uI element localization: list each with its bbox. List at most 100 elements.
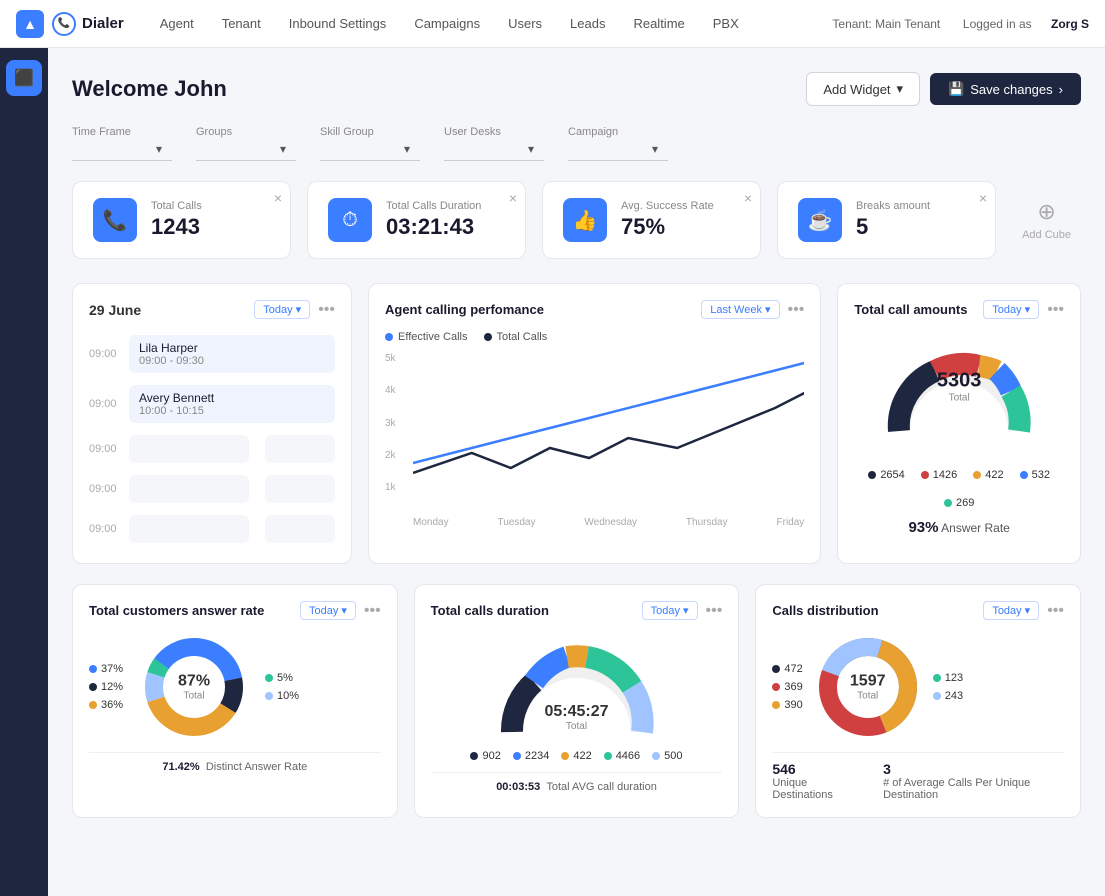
legend-item: Total Calls — [484, 331, 548, 343]
cube-value: 1243 — [151, 214, 270, 240]
cube-close-button[interactable]: × — [979, 190, 987, 206]
agent-chart-period[interactable]: Last Week ▾ — [701, 300, 779, 319]
navbar: ▲ 📞 Dialer AgentTenantInbound SettingsCa… — [0, 0, 1105, 48]
calls-dist-period[interactable]: Today ▾ — [983, 601, 1039, 620]
customer-legend-right: 5% 10% — [265, 672, 299, 702]
cube-card: 📞 Total Calls 1243 × — [72, 181, 291, 259]
calls-duration-footer: 00:03:53 Total AVG call duration — [431, 772, 723, 793]
cube-card: ⏱ Total Calls Duration 03:21:43 × — [307, 181, 526, 259]
total-calls-menu[interactable]: ••• — [1047, 301, 1064, 319]
chart-svg-area — [413, 353, 804, 513]
stat-item: 269 — [944, 497, 974, 509]
agent-chart-title: Agent calling perfomance — [385, 302, 544, 317]
add-widget-button[interactable]: Add Widget ▾ — [806, 72, 920, 106]
nav-links: AgentTenantInbound SettingsCampaignsUser… — [148, 10, 833, 37]
answer-rate: 93% Answer Rate — [854, 519, 1064, 536]
time-entry-range: 10:00 - 10:15 — [139, 405, 325, 417]
stat-item: 472 — [772, 663, 802, 675]
chart-y-labels: 5k4k3k2k1k — [385, 353, 396, 493]
nav-link-leads[interactable]: Leads — [558, 10, 617, 37]
time-entry-name: Avery Bennett — [139, 391, 325, 405]
nav-link-tenant[interactable]: Tenant — [210, 10, 273, 37]
cube-info: Breaks amount 5 — [856, 200, 975, 240]
total-calls-title: Total call amounts — [854, 302, 967, 317]
chevron-down-icon: ▾ — [683, 604, 689, 617]
time-row: 09:00 — [89, 431, 335, 467]
sidebar-home[interactable]: ⬛ — [6, 60, 42, 96]
cube-value: 75% — [621, 214, 740, 240]
cube-label: Total Calls Duration — [386, 200, 505, 212]
chevron-down-icon: ▾ — [1025, 303, 1031, 316]
time-placeholder — [265, 475, 335, 503]
calls-duration-stats: 902 2234 422 4466 500 — [431, 750, 723, 762]
nav-link-users[interactable]: Users — [496, 10, 554, 37]
save-icon: 💾 — [948, 81, 964, 97]
total-calls-period[interactable]: Today ▾ — [983, 300, 1039, 319]
customer-answer-controls: Today ▾ ••• — [300, 601, 381, 620]
dialer-icon: 📞 — [52, 12, 76, 36]
cube-icon: 📞 — [93, 198, 137, 242]
stat-item: 902 — [470, 750, 500, 762]
stat-item: 422 — [973, 469, 1003, 481]
stat-item: 5% — [265, 672, 299, 684]
calls-dist-menu[interactable]: ••• — [1047, 602, 1064, 620]
chevron-down-icon: ▾ — [156, 142, 162, 156]
cube-card: 👍 Avg. Success Rate 75% × — [542, 181, 761, 259]
cube-info: Avg. Success Rate 75% — [621, 200, 740, 240]
time-entry[interactable]: Lila Harper 09:00 - 09:30 — [129, 335, 335, 373]
total-calls-controls: Today ▾ ••• — [983, 300, 1064, 319]
cube-close-button[interactable]: × — [509, 190, 517, 206]
calls-dist-header: Calls distribution Today ▾ ••• — [772, 601, 1064, 620]
filter-skill-group: Skill Group ▾ — [320, 126, 420, 161]
stat-item: 36% — [89, 699, 123, 711]
calendar-widget: 29 June Today ▾ ••• 09:00 Lila Harper 09… — [72, 283, 352, 564]
customer-answer-period[interactable]: Today ▾ — [300, 601, 356, 620]
cube-close-button[interactable]: × — [274, 190, 282, 206]
time-placeholder — [265, 435, 335, 463]
time-row: 09:00 — [89, 471, 335, 507]
nav-link-pbx[interactable]: PBX — [701, 10, 751, 37]
customer-answer-menu[interactable]: ••• — [364, 602, 381, 620]
page-header: Welcome John Add Widget ▾ 💾 Save changes… — [72, 72, 1081, 106]
cube-value: 5 — [856, 214, 975, 240]
calls-dist-widget: Calls distribution Today ▾ ••• 472 369 3… — [755, 584, 1081, 818]
time-entry[interactable]: Avery Bennett 10:00 - 10:15 — [129, 385, 335, 423]
chevron-down-icon: ▾ — [296, 303, 302, 316]
nav-link-inbound-settings[interactable]: Inbound Settings — [277, 10, 399, 37]
total-calls-stats: 26541426422532269 — [854, 469, 1064, 509]
calls-duration-period[interactable]: Today ▾ — [642, 601, 698, 620]
calls-duration-center: 05:45:27 Total — [544, 703, 608, 732]
time-entry-range: 09:00 - 09:30 — [139, 355, 325, 367]
time-row: 09:00 Lila Harper 09:00 - 09:30 — [89, 331, 335, 377]
calls-dist-legend-right: 123 243 — [933, 672, 963, 702]
time-placeholder — [265, 515, 335, 543]
calendar-menu-button[interactable]: ••• — [318, 301, 335, 319]
calendar-period[interactable]: Today ▾ — [254, 300, 310, 319]
logo-area[interactable]: ▲ 📞 Dialer — [16, 10, 124, 38]
calls-dist-legend-left: 472 369 390 — [772, 663, 802, 711]
cube-label: Breaks amount — [856, 200, 975, 212]
nav-link-agent[interactable]: Agent — [148, 10, 206, 37]
cube-info: Total Calls Duration 03:21:43 — [386, 200, 505, 240]
cube-icon: ⏱ — [328, 198, 372, 242]
filters-row: Time Frame ▾ Groups ▾ Skill Group ▾ User… — [72, 126, 1081, 161]
calls-duration-menu[interactable]: ••• — [706, 602, 723, 620]
calls-duration-title: Total calls duration — [431, 603, 549, 618]
nav-link-realtime[interactable]: Realtime — [621, 10, 696, 37]
cube-icon: 👍 — [563, 198, 607, 242]
cube-close-button[interactable]: × — [744, 190, 752, 206]
calls-duration-widget: Total calls duration Today ▾ ••• — [414, 584, 740, 818]
filter-user-desks: User Desks ▾ — [444, 126, 544, 161]
time-label: 09:00 — [89, 523, 121, 535]
add-cube-button[interactable]: ⊕Add Cube — [1012, 189, 1081, 251]
sidebar: ⬛ — [0, 48, 48, 896]
agent-chart-menu[interactable]: ••• — [788, 301, 805, 319]
stat-item: 500 — [652, 750, 682, 762]
calls-dist-donut: 1597 Total — [813, 632, 923, 742]
calendar-header: 29 June Today ▾ ••• — [89, 300, 335, 319]
save-changes-button[interactable]: 💾 Save changes › — [930, 73, 1081, 105]
widgets-row-2: Total customers answer rate Today ▾ ••• … — [72, 584, 1081, 818]
calls-dist-title: Calls distribution — [772, 603, 878, 618]
header-actions: Add Widget ▾ 💾 Save changes › — [806, 72, 1081, 106]
nav-link-campaigns[interactable]: Campaigns — [402, 10, 492, 37]
